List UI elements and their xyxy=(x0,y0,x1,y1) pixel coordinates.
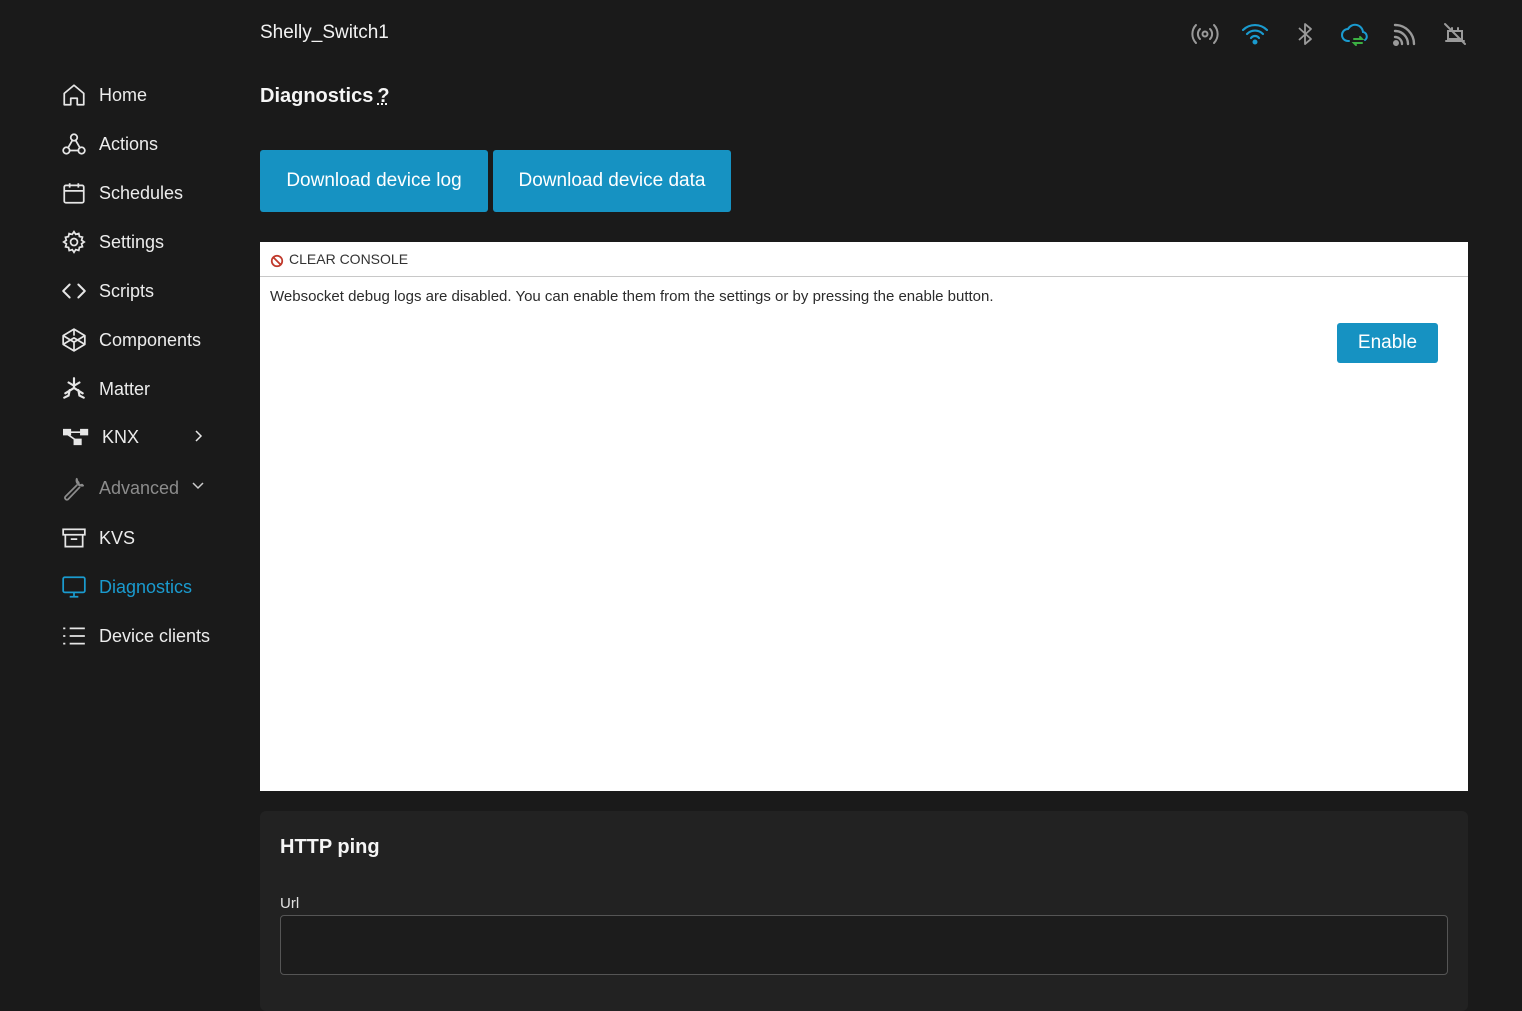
page-title: Diagnostics? xyxy=(260,85,390,108)
sidebar-item-settings[interactable]: Settings xyxy=(60,222,220,262)
download-device-log-button[interactable]: Download device log xyxy=(260,150,488,212)
sidebar-item-label: Device clients xyxy=(99,625,211,646)
knx-icon xyxy=(60,423,92,451)
webhook-icon xyxy=(60,130,88,158)
sidebar-item-label: Scripts xyxy=(99,280,155,301)
status-icons xyxy=(1190,18,1470,50)
sidebar-item-home[interactable]: Home xyxy=(60,75,220,115)
sidebar-item-matter[interactable]: Matter xyxy=(60,369,220,409)
bluetooth-icon[interactable] xyxy=(1290,18,1320,50)
clear-console-button[interactable]: CLEAR CONSOLE xyxy=(270,251,408,268)
wrench-icon xyxy=(60,474,88,502)
device-name: Shelly_Switch1 xyxy=(260,22,389,43)
home-icon xyxy=(60,81,88,109)
sidebar-item-device-clients[interactable]: Device clients xyxy=(60,616,220,656)
console-toolbar: CLEAR CONSOLE xyxy=(260,242,1468,277)
sidebar-item-advanced[interactable]: Advanced xyxy=(60,468,220,508)
enable-button[interactable]: Enable xyxy=(1337,323,1438,363)
sidebar: Home Actions Schedules Settings Scripts … xyxy=(0,0,240,965)
sidebar-item-label: Matter xyxy=(99,378,151,399)
http-ping-panel: HTTP ping Url xyxy=(260,811,1468,1011)
download-device-data-button[interactable]: Download device data xyxy=(493,150,731,212)
broadcast-icon[interactable] xyxy=(1190,18,1220,50)
sidebar-item-schedules[interactable]: Schedules xyxy=(60,173,220,213)
sidebar-item-components[interactable]: Components xyxy=(60,320,220,360)
chevron-down-icon xyxy=(192,482,204,490)
sidebar-item-label: Settings xyxy=(99,231,165,252)
url-label: Url xyxy=(280,895,300,912)
sidebar-item-label: Home xyxy=(99,84,148,105)
list-icon xyxy=(60,622,88,650)
sidebar-item-label: KVS xyxy=(99,527,136,548)
monitor-icon xyxy=(60,573,88,601)
gear-icon xyxy=(60,228,88,256)
cube-icon xyxy=(60,326,88,354)
code-icon xyxy=(60,277,88,305)
disabled-connection-icon[interactable] xyxy=(1440,18,1470,50)
sidebar-item-label: Actions xyxy=(99,133,159,154)
archive-icon xyxy=(60,524,88,552)
wifi-icon[interactable] xyxy=(1240,18,1270,50)
page-title-text: Diagnostics xyxy=(260,85,374,107)
prohibited-icon xyxy=(270,254,284,267)
debug-console: CLEAR CONSOLE Websocket debug logs are d… xyxy=(260,242,1468,791)
cloud-sync-icon[interactable] xyxy=(1340,18,1370,50)
clear-console-label: CLEAR CONSOLE xyxy=(289,251,409,267)
sidebar-item-label: Components xyxy=(99,329,202,350)
help-tooltip[interactable]: ? xyxy=(377,85,389,107)
sidebar-item-label: KNX xyxy=(102,426,140,447)
sidebar-item-label: Advanced xyxy=(99,477,180,498)
sidebar-item-actions[interactable]: Actions xyxy=(60,124,220,164)
console-message: Websocket debug logs are disabled. You c… xyxy=(270,288,994,305)
calendar-icon xyxy=(60,179,88,207)
sidebar-item-label: Schedules xyxy=(99,182,184,203)
matter-icon xyxy=(60,375,88,403)
sidebar-item-label: Diagnostics xyxy=(99,576,193,597)
sidebar-item-kvs[interactable]: KVS xyxy=(60,518,220,558)
sidebar-item-scripts[interactable]: Scripts xyxy=(60,271,220,311)
http-ping-title: HTTP ping xyxy=(280,836,380,858)
url-input[interactable] xyxy=(280,915,1448,975)
sidebar-item-diagnostics[interactable]: Diagnostics xyxy=(60,567,220,607)
rss-icon[interactable] xyxy=(1390,18,1420,50)
chevron-right-icon xyxy=(195,430,203,442)
sidebar-item-knx[interactable]: KNX xyxy=(60,417,220,457)
